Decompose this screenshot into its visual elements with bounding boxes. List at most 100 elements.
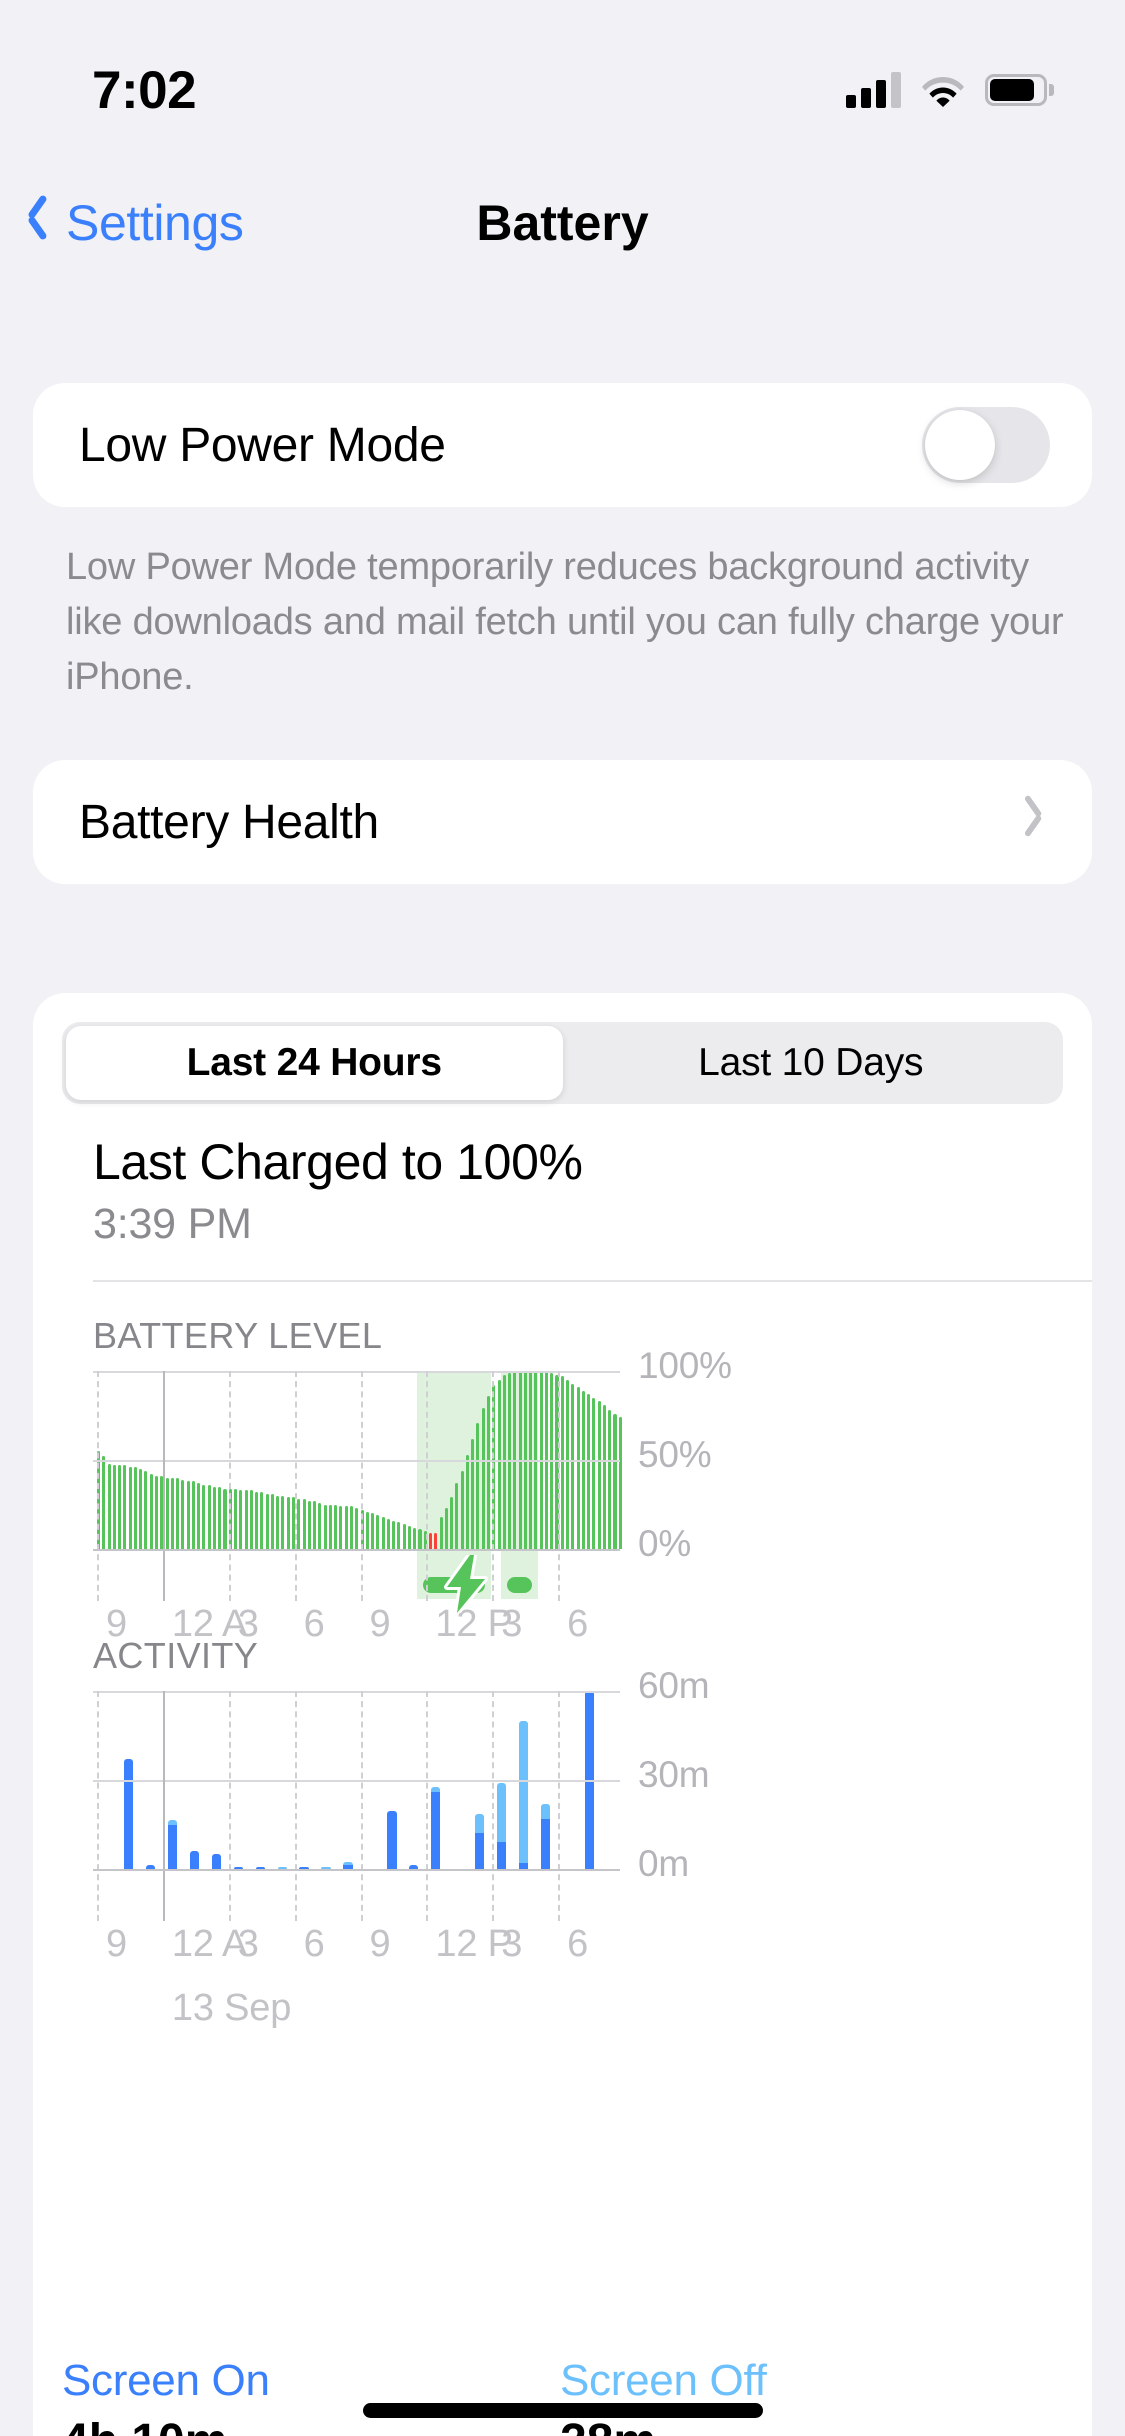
gridline-x <box>426 1371 429 1601</box>
battery-bar <box>608 1410 612 1549</box>
gridline-x <box>492 1371 495 1601</box>
gridline-x <box>426 1691 429 1921</box>
low-power-mode-description: Low Power Mode temporarily reduces backg… <box>66 546 1064 698</box>
axis-baseline <box>93 1869 620 1871</box>
x-tick-label: 9 <box>106 1923 127 1965</box>
battery-bar <box>471 1438 475 1549</box>
gridline-x <box>558 1371 561 1601</box>
battery-bar <box>234 1488 238 1549</box>
battery-bar <box>244 1490 248 1549</box>
activity-bar-screen-off <box>475 1814 485 1834</box>
y-tick-label: 0m <box>638 1843 689 1884</box>
activity-bar-screen-off <box>497 1783 507 1843</box>
battery-bar <box>281 1495 285 1549</box>
gridline-x <box>97 1691 99 1921</box>
gridline-x <box>228 1371 231 1601</box>
gridline-x <box>162 1371 165 1601</box>
battery-bar <box>107 1463 111 1549</box>
x-tick-label: 3 <box>501 1923 523 1965</box>
battery-bar <box>349 1506 353 1549</box>
time-range-segmented-control[interactable]: Last 24 Hours Last 10 Days <box>62 1022 1063 1104</box>
battery-bar <box>344 1506 348 1549</box>
activity-bar-screen-on <box>211 1854 221 1869</box>
battery-bar <box>576 1387 580 1549</box>
y-tick-label: 50% <box>638 1434 712 1475</box>
battery-bar <box>144 1470 148 1549</box>
battery-bar <box>334 1504 338 1549</box>
battery-bar <box>212 1486 216 1549</box>
wifi-icon <box>922 77 964 107</box>
battery-bar <box>307 1500 311 1549</box>
x-tick-label: 6 <box>567 1603 589 1645</box>
battery-bar <box>191 1481 195 1549</box>
battery-bar <box>602 1404 606 1549</box>
battery-usage-card: Last 24 Hours Last 10 Days Last Charged … <box>33 993 1092 2436</box>
battery-bar <box>407 1525 411 1549</box>
tab-last-24-hours[interactable]: Last 24 Hours <box>66 1026 563 1100</box>
battery-bar <box>587 1394 591 1549</box>
battery-bar <box>112 1465 116 1549</box>
tab-last-10-days[interactable]: Last 10 Days <box>563 1026 1060 1100</box>
battery-bar <box>286 1497 290 1549</box>
gridline-x <box>228 1691 231 1921</box>
battery-bar <box>176 1477 180 1549</box>
battery-level-chart: 0% 50% 100% 9 12 A 3 6 9 12 P36 <box>93 1345 1092 1656</box>
battery-bar <box>392 1520 396 1549</box>
y-tick-label: 60m <box>638 1665 710 1706</box>
activity-bar-screen-on <box>541 1818 551 1869</box>
page-title: Battery <box>476 195 649 251</box>
axis-baseline <box>93 1549 620 1551</box>
activity-bar-screen-on <box>167 1824 177 1869</box>
battery-bar <box>444 1508 448 1549</box>
battery-bar <box>429 1533 433 1549</box>
activity-bar-screen-on <box>497 1842 507 1869</box>
legend-screen-on-value: 4h 10m <box>62 2414 227 2436</box>
legend-screen-off-label: Screen Off <box>560 2356 767 2405</box>
low-power-mode-row[interactable]: Low Power Mode <box>33 383 1092 507</box>
battery-bar <box>318 1502 322 1549</box>
battery-bar <box>365 1511 369 1549</box>
activity-bar-screen-on <box>189 1851 199 1869</box>
activity-bar-screen-off <box>167 1820 177 1825</box>
chevron-right-icon <box>1022 802 1044 842</box>
status-bar-time: 7:02 <box>92 60 197 120</box>
battery-health-row[interactable]: Battery Health <box>33 760 1092 884</box>
battery-bar <box>265 1493 269 1549</box>
gridline-x <box>294 1371 297 1601</box>
battery-bar <box>497 1379 501 1549</box>
battery-bar <box>276 1495 280 1549</box>
battery-bar <box>486 1395 491 1549</box>
battery-bar <box>581 1390 585 1549</box>
gridline-y <box>93 1691 620 1693</box>
status-bar: 7:02 <box>0 0 1125 150</box>
cellular-bars-icon <box>846 72 901 108</box>
battery-bar <box>371 1513 375 1549</box>
x-tick-label: 12 A <box>171 1603 248 1645</box>
x-tick-label: 9 <box>369 1923 391 1965</box>
battery-bar <box>613 1413 617 1549</box>
battery-bar <box>139 1468 143 1549</box>
battery-settings-screen: 7:02 Settings Battery Low Power Mode Low… <box>0 0 1125 2436</box>
date-label: 13 Sep <box>171 1987 292 2029</box>
home-indicator[interactable] <box>362 2403 763 2418</box>
battery-bar <box>618 1417 622 1549</box>
battery-bar <box>460 1470 464 1549</box>
x-tick-label: 9 <box>106 1603 127 1645</box>
divider <box>93 1280 1092 1282</box>
battery-bar <box>397 1522 401 1549</box>
y-tick-label: 100% <box>638 1345 732 1386</box>
gridline-y <box>93 1371 620 1373</box>
low-power-mode-toggle[interactable] <box>922 407 1050 483</box>
battery-bar <box>592 1397 596 1549</box>
y-tick-label: 30m <box>638 1754 710 1795</box>
battery-bar <box>128 1467 132 1549</box>
gridline-x <box>162 1691 165 1921</box>
battery-bar <box>165 1477 169 1549</box>
battery-bar <box>133 1467 137 1549</box>
battery-bar <box>439 1517 443 1549</box>
lightning-bolt-icon <box>444 1555 489 1613</box>
navigation-bar: Settings Battery <box>0 178 1125 268</box>
activity-bar-screen-on <box>123 1759 133 1869</box>
battery-level-section-title: BATTERY LEVEL <box>93 1315 383 1356</box>
x-tick-label: 3 <box>237 1923 259 1965</box>
